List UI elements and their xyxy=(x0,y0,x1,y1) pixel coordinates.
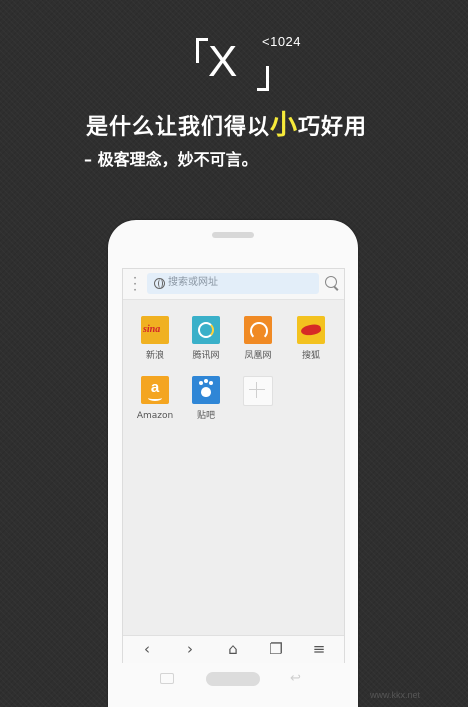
browser-bottom-bar: ‹ › ⌂ ❐ ≡ xyxy=(123,635,344,663)
tencent-icon xyxy=(192,316,220,344)
shortcut-label: 凤凰网 xyxy=(244,351,272,361)
shortcut-label: 搜狐 xyxy=(301,351,320,361)
sohu-icon xyxy=(297,316,325,344)
shortcut-sina[interactable]: sina 新浪 xyxy=(135,316,175,362)
globe-icon xyxy=(154,278,165,289)
phone-mockup: ··· 搜索或网址 sina 新浪 腾讯网 凤凰网 搜狐 a Amazon xyxy=(108,220,358,707)
headline-part-2: 巧好用 xyxy=(298,115,368,140)
shortcut-tencent[interactable]: 腾讯网 xyxy=(186,316,226,362)
tieba-icon xyxy=(192,376,220,404)
tabs-icon[interactable]: ❐ xyxy=(266,640,286,658)
app-logo: X <1024 xyxy=(0,30,468,91)
headline-highlight: 小 xyxy=(270,110,299,141)
shortcut-label: 贴吧 xyxy=(196,411,215,421)
add-icon xyxy=(243,376,273,406)
more-menu-icon[interactable]: · · · xyxy=(132,272,138,296)
headline-part-1: 是什么让我们得以 xyxy=(86,115,271,140)
browser-top-bar: · · · 搜索或网址 xyxy=(123,269,344,300)
shortcut-ifeng[interactable]: 凤凰网 xyxy=(238,316,278,362)
add-shortcut-button[interactable] xyxy=(238,376,278,406)
site-watermark: www.kkx.net xyxy=(370,690,421,700)
shortcut-amazon[interactable]: a Amazon xyxy=(135,376,175,422)
address-search-input[interactable]: 搜索或网址 xyxy=(147,273,319,294)
menu-icon[interactable]: ≡ xyxy=(309,640,329,658)
promo-headline: 是什么让我们得以小巧好用 xyxy=(86,112,367,142)
search-icon[interactable] xyxy=(325,276,337,288)
promo-subline: – 极客理念，妙不可言。 xyxy=(84,150,258,169)
logo-size-note: <1024 xyxy=(262,34,302,49)
shortcut-label: 新浪 xyxy=(145,351,164,361)
home-key xyxy=(206,672,260,686)
shortcut-tieba[interactable]: 贴吧 xyxy=(186,376,226,422)
back-icon[interactable]: ‹ xyxy=(137,640,157,658)
back-key-icon: ↩ xyxy=(290,671,301,686)
phone-speaker xyxy=(212,232,254,238)
phone-hardware-keys: ↩ xyxy=(108,665,358,695)
shortcut-sohu[interactable]: 搜狐 xyxy=(291,316,331,362)
browser-screen: ··· 搜索或网址 sina 新浪 腾讯网 凤凰网 搜狐 a Amazon xyxy=(122,268,345,663)
ifeng-icon xyxy=(244,316,272,344)
recent-apps-key-icon xyxy=(160,673,174,684)
forward-icon[interactable]: › xyxy=(180,640,200,658)
logo-bracket-left xyxy=(196,38,208,63)
search-placeholder: 搜索或网址 xyxy=(168,277,218,288)
logo-bracket-right xyxy=(257,66,269,91)
amazon-icon: a xyxy=(141,376,169,404)
shortcut-label: Amazon xyxy=(136,411,174,421)
shortcut-label: 腾讯网 xyxy=(192,351,220,361)
home-icon[interactable]: ⌂ xyxy=(223,640,243,658)
logo-letter: X xyxy=(208,37,238,86)
sina-icon: sina xyxy=(141,316,169,344)
